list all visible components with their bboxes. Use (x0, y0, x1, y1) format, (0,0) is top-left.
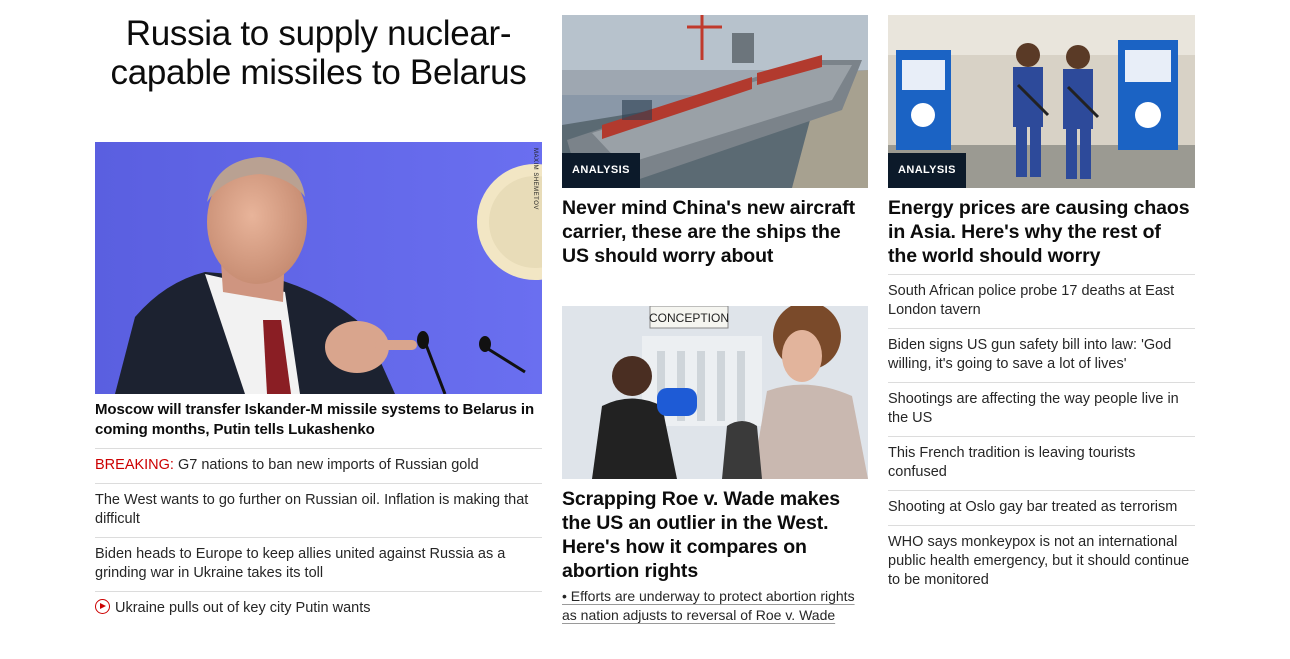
analysis-badge: Analysis (562, 153, 640, 188)
carrier-image[interactable]: Analysis (562, 15, 868, 188)
roe-image[interactable]: CONCEPTION (562, 306, 868, 479)
list-item[interactable]: WHO says monkeypox is not an internation… (888, 525, 1195, 598)
breaking-label: BREAKING: (95, 457, 174, 473)
list-item[interactable]: Shootings are affecting the way people l… (888, 382, 1195, 436)
list-item-text[interactable]: Shootings are affecting the way people l… (888, 390, 1195, 428)
right-story-list: South African police probe 17 deaths at … (888, 274, 1195, 598)
list-item-text[interactable]: Biden heads to Europe to keep allies uni… (95, 545, 542, 583)
video-link[interactable]: Ukraine pulls out of key city Putin want… (95, 599, 542, 618)
sign-text: CONCEPTION (649, 311, 729, 325)
lead-sub-headline[interactable]: Moscow will transfer Iskander-M missile … (95, 400, 542, 440)
energy-story-title[interactable]: Energy prices are causing chaos in Asia.… (888, 196, 1195, 268)
lead-related-list: BREAKING: G7 nations to ban new imports … (95, 448, 542, 626)
list-item-text[interactable]: WHO says monkeypox is not an internation… (888, 533, 1195, 590)
lead-headline[interactable]: Russia to supply nuclear-capable missile… (95, 14, 542, 92)
list-item[interactable]: Biden signs US gun safety bill into law:… (888, 328, 1195, 382)
roe-story-title[interactable]: Scrapping Roe v. Wade makes the US an ou… (562, 487, 868, 583)
photo-credit: Maxim Shemetov (532, 148, 538, 210)
list-item-text: G7 nations to ban new imports of Russian… (178, 457, 479, 473)
list-item[interactable]: This French tradition is leaving tourist… (888, 436, 1195, 490)
play-icon (95, 599, 110, 614)
list-item[interactable]: Biden heads to Europe to keep allies uni… (95, 537, 542, 591)
list-item-text: Ukraine pulls out of key city Putin want… (115, 600, 371, 616)
list-item[interactable]: BREAKING: G7 nations to ban new imports … (95, 448, 542, 483)
list-item[interactable]: South African police probe 17 deaths at … (888, 274, 1195, 328)
breaking-link[interactable]: BREAKING: G7 nations to ban new imports … (95, 456, 542, 475)
list-item[interactable]: The West wants to go further on Russian … (95, 483, 542, 537)
putin-speaking-photo (95, 142, 542, 394)
roe-related-link[interactable]: • Efforts are underway to protect aborti… (562, 587, 868, 625)
energy-image[interactable]: Analysis (888, 15, 1195, 188)
list-item[interactable]: Shooting at Oslo gay bar treated as terr… (888, 490, 1195, 525)
lead-image[interactable]: Maxim Shemetov (95, 142, 542, 394)
list-item-text[interactable]: Shooting at Oslo gay bar treated as terr… (888, 498, 1195, 517)
list-item-text[interactable]: Biden signs US gun safety bill into law:… (888, 336, 1195, 374)
carrier-story-title[interactable]: Never mind China's new aircraft carrier,… (562, 196, 868, 268)
abortion-rally-photo: CONCEPTION (562, 306, 868, 479)
list-item[interactable]: Ukraine pulls out of key city Putin want… (95, 591, 542, 626)
list-item-text[interactable]: The West wants to go further on Russian … (95, 491, 542, 529)
analysis-badge: Analysis (888, 153, 966, 188)
list-item-text[interactable]: South African police probe 17 deaths at … (888, 282, 1195, 320)
list-item-text[interactable]: This French tradition is leaving tourist… (888, 444, 1195, 482)
